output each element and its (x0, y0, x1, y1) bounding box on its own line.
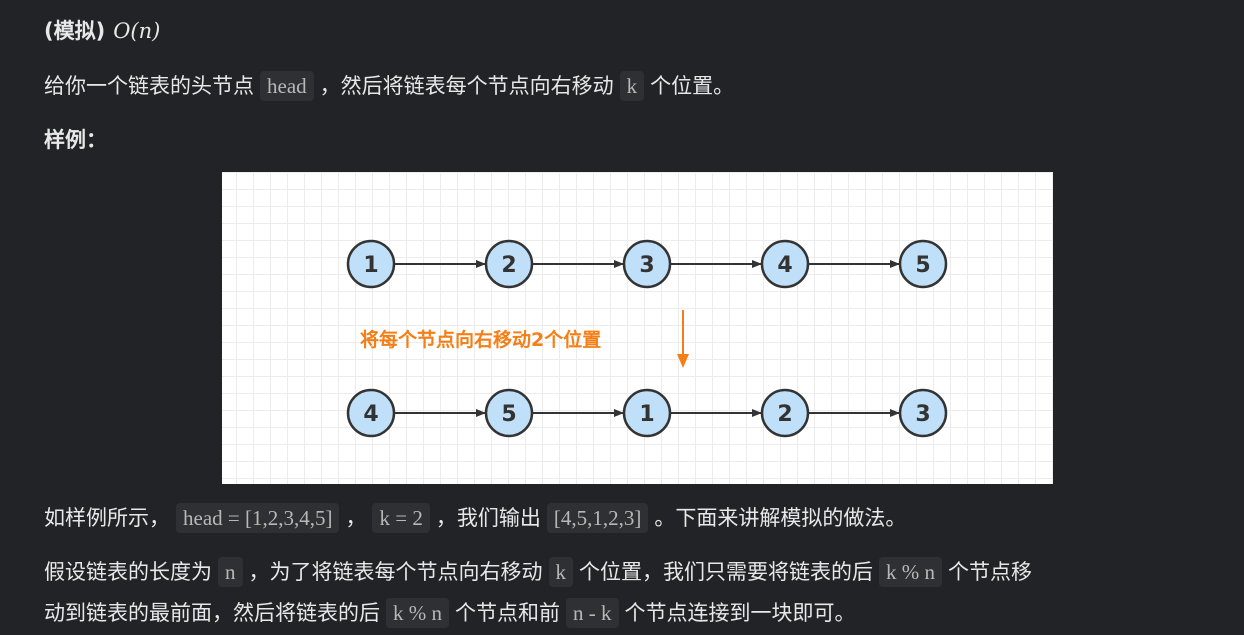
node-value: 4 (777, 253, 792, 278)
text: ，我们输出 (435, 506, 541, 530)
inline-code: k (619, 71, 645, 101)
text: 个位置，我们只需要将链表的后 (579, 560, 873, 584)
text: ，然后将链表每个节点向右移动 (319, 74, 614, 98)
inline-code: k % n (386, 598, 449, 628)
text: 动到链表的最前面，然后将链表的后 (44, 601, 380, 625)
text: 假设链表的长度为 (44, 560, 212, 584)
complexity: O(n) (113, 19, 161, 43)
paragraph-explain-line1: 假设链表的长度为 n ，为了将链表每个节点向右移动 k 个位置，我们只需要将链表的后 k … (44, 556, 1032, 588)
node-value: 5 (915, 253, 930, 278)
inline-code: k % n (879, 557, 942, 587)
text: 个节点连接到一块即可。 (624, 601, 856, 625)
text: 。下面来讲解模拟的做法。 (654, 506, 907, 530)
top-row: 1 2 3 4 5 (346, 239, 948, 289)
text: 个节点移 (948, 560, 1032, 584)
text: 如样例所示， (44, 506, 170, 530)
example-figure: 1 2 3 4 5 4 5 1 2 3 将每个节点向右移动2个位置 (222, 172, 1053, 484)
linked-list-diagram: 1 2 3 4 5 4 5 1 2 3 将每个节点向右移动2个位置 (346, 239, 948, 438)
text: 给你一个链表的头节点 (44, 74, 254, 98)
inline-code: [4,5,1,2,3] (546, 503, 649, 533)
inline-code: k = 2 (372, 503, 430, 533)
node-value: 3 (915, 402, 930, 427)
paragraph-explain-line2: 动到链表的最前面，然后将链表的后 k % n 个节点和前 n - k 个节点连接到一块即… (44, 597, 856, 629)
node-value: 5 (501, 402, 516, 427)
bottom-row: 4 5 1 2 3 (346, 388, 948, 438)
annotation-text: 将每个节点向右移动2个位置 (360, 328, 601, 351)
inline-code: head (260, 71, 314, 101)
intro-paragraph: 给你一个链表的头节点 head ，然后将链表每个节点向右移动 k 个位置。 (44, 70, 734, 102)
paragraph-example: 如样例所示， head = [1,2,3,4,5]， k = 2 ，我们输出 [4,5,… (44, 502, 906, 534)
node-value: 2 (501, 253, 516, 278)
example-label: 样例： (44, 128, 107, 152)
node-value: 4 (363, 402, 378, 427)
node-value: 3 (639, 253, 654, 278)
node-value: 2 (777, 402, 792, 427)
solution-heading: (模拟) O(n) (44, 15, 160, 47)
inline-code: n - k (566, 598, 619, 628)
text: 个节点和前 (455, 601, 560, 625)
text: ， (345, 506, 367, 530)
text: ，为了将链表每个节点向右移动 (248, 560, 543, 584)
node-value: 1 (363, 253, 378, 278)
node-value: 1 (639, 402, 654, 427)
down-arrow-head (677, 354, 689, 368)
text: 个位置。 (650, 74, 735, 98)
inline-code: head = [1,2,3,4,5] (176, 503, 340, 533)
inline-code: n (218, 557, 243, 587)
heading-label: (模拟) (44, 19, 106, 43)
inline-code: k (548, 557, 573, 587)
